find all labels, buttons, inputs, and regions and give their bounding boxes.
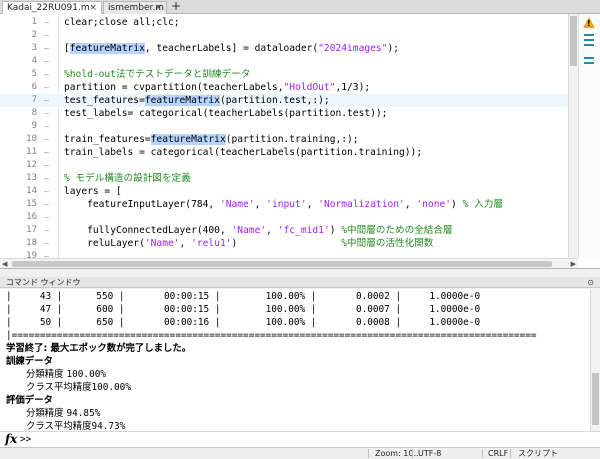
code-line[interactable]: 5— %hold-out法でテストデータと訓練データ [0, 68, 568, 81]
train-accuracy: 分類精度 100.00% [26, 369, 107, 380]
command-window-scrollbar[interactable] [590, 289, 600, 431]
code-line[interactable]: 19— [0, 250, 568, 258]
scroll-thumb[interactable] [570, 16, 577, 66]
eval-class-avg-accuracy: クラス平均精度94.73% [26, 421, 126, 431]
code-line[interactable]: 1— clear;close all;clc; [0, 16, 568, 29]
warning-marker[interactable] [584, 44, 594, 46]
close-icon[interactable]: × [89, 2, 97, 14]
close-icon[interactable]: × [154, 2, 162, 14]
code-line[interactable]: 18— reluLayer('Name', 'relu1') %中間層の活性化関… [0, 237, 568, 250]
code-text: train_features=featureMatrix(partition.t… [64, 134, 359, 145]
code-line[interactable]: 9— [0, 120, 568, 133]
code-line[interactable]: 3— [featureMatrix, teacherLabels] = datal… [0, 42, 568, 55]
code-text: partition = cvpartition(teacherLabels,"H… [64, 82, 371, 93]
tab-kadai[interactable]: Kadai_22RU091.m × [2, 1, 102, 14]
tab-kadai-label: Kadai_22RU091.m [7, 3, 90, 13]
code-text: layers = [ [64, 186, 122, 197]
warning-marker[interactable] [584, 57, 594, 59]
code-line[interactable]: 15— featureInputLayer(784, 'Name', 'inpu… [0, 198, 568, 211]
scroll-thumb[interactable] [592, 373, 599, 425]
code-line[interactable]: 17— fullyConnectedLayer(400, 'Name', 'fc… [0, 224, 568, 237]
code-line[interactable]: 4— [0, 55, 568, 68]
warning-marker[interactable] [584, 39, 594, 41]
encoding[interactable]: UTF-8 [418, 448, 441, 459]
warning-marker[interactable] [584, 34, 594, 36]
code-comment: % モデル構造の設計図を定義 [64, 173, 191, 184]
editor-horizontal-scrollbar[interactable]: ◀ ▶ [0, 258, 578, 268]
code-analyzer-column: ! [578, 14, 600, 258]
output-line: | 50 | 650 | 00:00:16 | 100.00% | 0.0008… [6, 317, 481, 328]
code-line[interactable]: 16— [0, 211, 568, 224]
scroll-left-icon[interactable]: ◀ [2, 259, 7, 268]
output-line: | 47 | 600 | 00:00:15 | 100.00% | 0.0007… [6, 304, 481, 315]
prompt-symbol: >> [20, 434, 32, 445]
code-area[interactable]: 1— clear;close all;clc; 2— 3— [featureMatr… [0, 14, 568, 258]
command-window-output[interactable]: | 43 | 550 | 00:00:15 | 100.00% | 0.0002… [0, 289, 600, 431]
code-text: featureInputLayer(784, 'Name', 'input', … [64, 199, 503, 210]
code-line[interactable]: 13—% モデル構造の設計図を定義 [0, 172, 568, 185]
code-text: fullyConnectedLayer(400, 'Name', 'fc_mid… [64, 225, 453, 236]
code-text: train_labels = categorical(teacherLabels… [64, 147, 423, 158]
output-line: | 43 | 550 | 00:00:15 | 100.00% | 0.0002… [6, 291, 481, 302]
train-data-header: 訓練データ [6, 356, 53, 367]
training-complete-message: 学習終了: 最大エポック数が完了しました。 [6, 343, 192, 354]
code-line[interactable]: 12— [0, 159, 568, 172]
file-type[interactable]: スクリプト [518, 448, 558, 459]
scroll-right-icon[interactable]: ▶ [571, 259, 576, 268]
code-line[interactable]: 14— layers = [ [0, 185, 568, 198]
warning-icon[interactable]: ! [583, 17, 595, 28]
editor-tab-bar: Kadai_22RU091.m × ismember.m × + [0, 0, 600, 14]
warning-marker[interactable] [584, 62, 594, 64]
code-line[interactable]: 11— train_labels = categorical(teacherLab… [0, 146, 568, 159]
code-line[interactable]: 8— test_labels= categorical(teacherLabels… [0, 107, 568, 120]
code-text: test_features=featureMatrix(partition.te… [64, 95, 330, 106]
code-text: test_labels= categorical(teacherLabels(p… [64, 108, 388, 119]
editor-vertical-scrollbar[interactable] [568, 14, 578, 258]
command-window-title: コマンド ウィンドウ [0, 277, 600, 288]
command-prompt[interactable]: fx >> [0, 431, 600, 447]
code-text: reluLayer('Name', 'relu1') %中間層の活性化関数 [64, 238, 434, 249]
eval-data-header: 評価データ [6, 395, 53, 406]
code-line[interactable]: 2— [0, 29, 568, 42]
code-text: [featureMatrix, teacherLabels] = dataloa… [64, 43, 400, 54]
function-browser-icon[interactable]: fx [5, 432, 17, 447]
scroll-thumb[interactable] [12, 261, 552, 267]
train-class-avg-accuracy: クラス平均精度100.00% [26, 382, 131, 393]
add-tab-button[interactable]: + [169, 0, 183, 14]
code-editor[interactable]: 1— clear;close all;clc; 2— 3— [featureMatr… [0, 14, 600, 269]
status-bar: Zoom: 10... UTF-8 CRLF スクリプト [0, 447, 600, 459]
eval-accuracy: 分類精度 94.85% [26, 408, 101, 419]
line-ending[interactable]: CRLF [488, 448, 508, 459]
code-line[interactable]: 10— train_features=featureMatrix(partitio… [0, 133, 568, 146]
output-line: |=======================================… [6, 330, 537, 341]
code-comment: %hold-out法でテストデータと訓練データ [64, 69, 251, 80]
command-window-menu-icon[interactable]: ⊙ [587, 278, 594, 287]
zoom-level[interactable]: Zoom: 10... [375, 448, 421, 459]
code-line[interactable]: 6— partition = cvpartition(teacherLabels,… [0, 81, 568, 94]
code-line-current[interactable]: 7— test_features=featureMatrix(partition.… [0, 94, 568, 107]
code-text: clear;close all;clc; [64, 17, 180, 28]
tab-ismember[interactable]: ismember.m × [103, 1, 167, 14]
